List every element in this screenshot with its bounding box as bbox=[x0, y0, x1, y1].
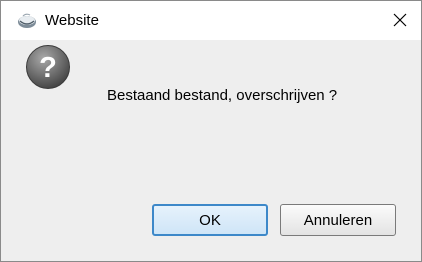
ok-button[interactable]: OK bbox=[152, 204, 268, 236]
window-title: Website bbox=[45, 12, 99, 29]
title-bar: Website bbox=[1, 1, 421, 40]
dialog-message: Bestaand bestand, overschrijven ? bbox=[107, 87, 338, 104]
close-button[interactable] bbox=[385, 6, 415, 34]
svg-text:?: ? bbox=[39, 52, 57, 84]
question-mark-icon: ? bbox=[26, 45, 70, 89]
java-coffee-cup-icon bbox=[18, 13, 36, 28]
cancel-button[interactable]: Annuleren bbox=[280, 204, 396, 236]
dialog-window: Website ? Bestaand bestand, overschrijve… bbox=[0, 0, 422, 262]
close-x-icon bbox=[393, 13, 407, 27]
